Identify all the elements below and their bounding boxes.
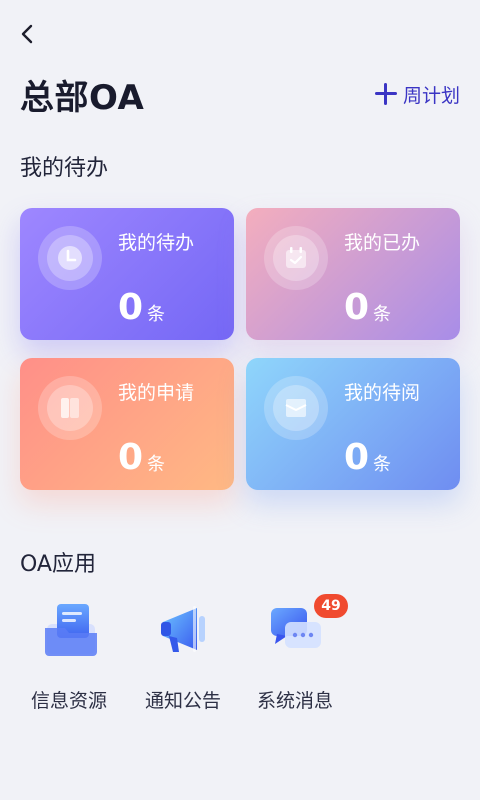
card-count: 0 [344,437,370,478]
page-title: 总部OA [20,78,145,118]
app-info-resources[interactable]: 信息资源 [14,598,124,718]
app-icon-wrap [153,598,217,662]
app-notices[interactable]: 通知公告 [128,598,238,718]
card-unit: 条 [147,304,165,325]
todo-section-title: 我的待办 [20,156,109,181]
unread-badge: 49 [314,594,348,618]
weekly-plan-label: 周计划 [402,84,460,107]
app-label: 通知公告 [144,690,221,712]
plus-icon [374,83,397,105]
oa-home-page: 总部OA 周计划 我的待办 我的待办 0 条 我的已办 0 条 我的申请 0 条… [0,0,480,800]
app-icon-wrap [39,598,103,662]
card-icon-wrap [38,376,102,440]
card-label: 我的待办 [118,232,195,254]
card-icon-wrap [38,226,102,290]
app-label: 系统消息 [256,690,333,712]
card-icon-wrap [264,226,328,290]
card-icon-inner [47,385,93,431]
card-label: 我的已办 [344,232,421,254]
card-count: 0 [344,287,370,328]
card-my-application[interactable]: 我的申请 0 条 [20,358,234,490]
apps-section-title: OA应用 [20,552,96,577]
clock-icon [58,246,82,270]
folder-icon [45,604,97,656]
card-label: 我的申请 [118,382,195,404]
card-icon-inner [273,235,319,281]
card-my-to-read[interactable]: 我的待阅 0 条 [246,358,460,490]
app-system-messages[interactable]: 49 系统消息 [240,594,350,718]
card-unit: 条 [373,304,391,325]
card-unit: 条 [373,454,391,475]
card-icon-inner [273,385,319,431]
card-my-done[interactable]: 我的已办 0 条 [246,208,460,340]
megaphone-icon [161,606,205,652]
card-icon-inner [47,235,93,281]
card-count: 0 [118,437,144,478]
mail-icon [285,399,307,417]
back-button[interactable] [14,20,42,48]
chevron-left-icon [21,24,33,44]
card-unit: 条 [147,454,165,475]
calendar-check-icon [286,247,306,268]
card-icon-wrap [264,376,328,440]
weekly-plan-button[interactable]: 周计划 [374,80,460,108]
document-icon [61,398,79,418]
card-label: 我的待阅 [344,382,421,404]
card-count: 0 [118,287,144,328]
app-label: 信息资源 [30,690,107,712]
card-my-todo[interactable]: 我的待办 0 条 [20,208,234,340]
